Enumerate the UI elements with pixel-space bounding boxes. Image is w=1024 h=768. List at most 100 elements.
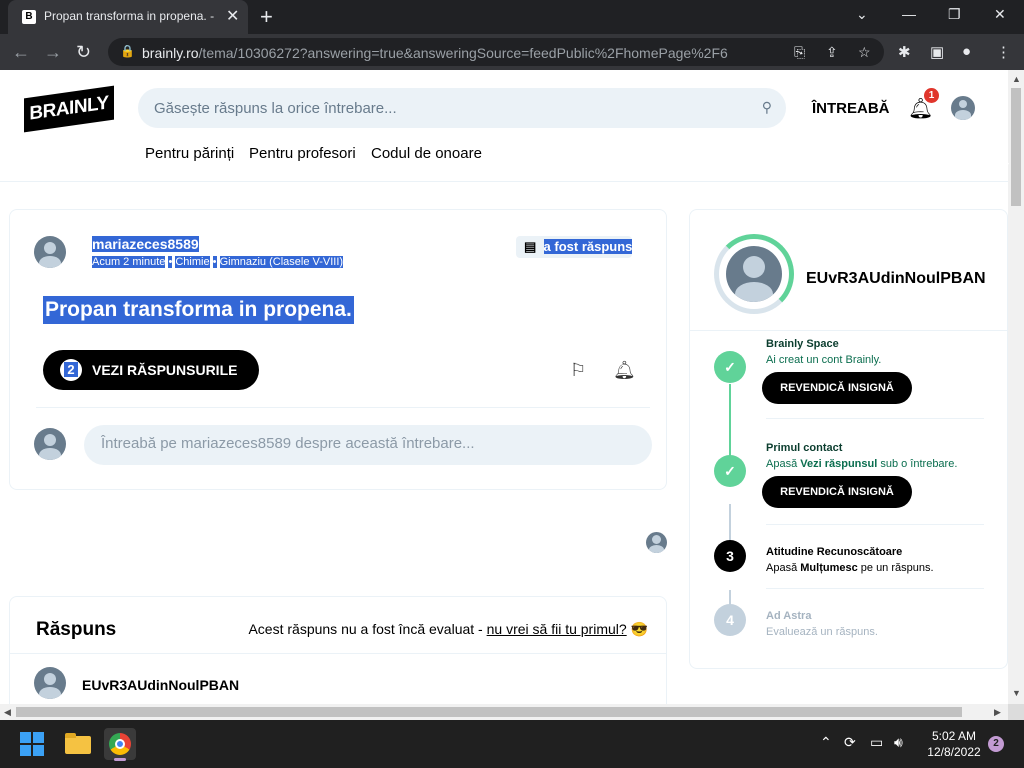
chrome-taskbar-icon[interactable] [104, 728, 136, 761]
step-number: 4 [714, 604, 746, 636]
forward-icon[interactable]: → [44, 42, 62, 63]
address-bar[interactable]: 🔒 brainly.ro/tema/10306272?answering=tru… [108, 38, 884, 66]
restore-icon[interactable]: ❐ [948, 6, 961, 23]
browser-tab[interactable]: B Propan transforma in propena. - ✕ [8, 0, 248, 34]
menu-icon[interactable]: ⋮ [996, 43, 1011, 61]
windows-taskbar: ⌃ ⟳ ▭ 🔊︎ 5:02 AM 12/8/2022 2 [0, 720, 1024, 768]
answer-heading: Răspuns [36, 619, 117, 640]
reload-icon[interactable]: ↻ [76, 42, 91, 63]
step-complete-check-icon: ✓ [714, 455, 746, 487]
question-meta: Acum 2 minute • Chimie • Gimnaziu (Clase… [92, 256, 344, 268]
comment-field[interactable] [84, 425, 652, 465]
sidebar-user-avatar[interactable] [726, 246, 782, 302]
step-title: Primul contact [766, 442, 843, 454]
horizontal-scrollbar[interactable]: ◀ ▶ [0, 704, 1008, 720]
vertical-scrollbar[interactable]: ▲ ▼ [1008, 70, 1024, 704]
follow-question-bell-icon[interactable]: 🔔︎ [613, 360, 636, 381]
ask-question-button[interactable]: ÎNTREABĂ [812, 100, 890, 117]
notification-center-badge[interactable]: 2 [988, 736, 1004, 752]
lock-icon[interactable]: 🔒 [120, 44, 135, 58]
divider [10, 653, 666, 654]
sidebar-username[interactable]: EUvR3AUdinNoulPBAN [806, 270, 986, 288]
step-title: Brainly Space [766, 338, 839, 350]
profile-icon[interactable]: ● [962, 43, 971, 60]
rate-first-link[interactable]: nu vrei să fii tu primul? [487, 621, 627, 637]
new-tab-icon[interactable]: + [260, 4, 273, 30]
site-header: BRAINLY ⚲ ÎNTREABĂ 🔔︎ 1 Pentru părinți P… [0, 70, 1008, 182]
scroll-up-icon[interactable]: ▲ [1012, 74, 1021, 84]
scroll-right-icon[interactable]: ▶ [994, 707, 1001, 718]
question-title: Propan transforma in propena. [43, 296, 354, 324]
step-title: Atitudine Recunoscătoare [766, 546, 903, 558]
profile-progress-sidebar: EUvR3AUdinNoulPBAN ✓ Brainly Space Ai cr… [689, 209, 1008, 669]
document-icon: ▤ [524, 239, 537, 254]
nav-link-teachers[interactable]: Pentru profesori [249, 145, 356, 162]
close-window-icon[interactable]: ✕ [994, 6, 1006, 23]
back-icon[interactable]: ← [12, 42, 30, 63]
step-description: Apasă Mulțumesc pe un răspuns. [766, 562, 934, 574]
brainly-favicon-icon: B [22, 10, 36, 24]
extensions-icon[interactable]: ✱ [898, 43, 911, 61]
step-complete-check-icon: ✓ [714, 351, 746, 383]
vertical-scroll-thumb[interactable] [1011, 88, 1021, 206]
answer-author-name[interactable]: EUvR3AUdinNoulPBAN [82, 677, 239, 693]
user-avatar[interactable] [951, 96, 975, 120]
answer-card: Răspuns Acest răspuns nu a fost încă eva… [9, 596, 667, 704]
windows-start-icon[interactable] [16, 728, 48, 760]
brainly-page: BRAINLY ⚲ ÎNTREABĂ 🔔︎ 1 Pentru părinți P… [0, 70, 1008, 704]
tab-title: Propan transforma in propena. - [44, 9, 215, 23]
search-bar[interactable]: ⚲ [138, 88, 786, 128]
question-time: Acum 2 minute [92, 256, 166, 268]
scroll-down-icon[interactable]: ▼ [1012, 688, 1021, 698]
answer-rating-note: Acest răspuns nu a fost încă evaluat - n… [248, 621, 648, 637]
scrollbar-corner [1008, 704, 1024, 720]
notification-count-badge: 1 [924, 88, 939, 103]
show-hidden-icons-icon[interactable]: ⌃ [820, 734, 832, 751]
step-title: Ad Astra [766, 610, 812, 622]
tab-search-icon[interactable]: ⌄ [856, 6, 868, 23]
taskbar-clock[interactable]: 5:02 AM 12/8/2022 [922, 728, 986, 760]
comment-input[interactable] [101, 435, 631, 452]
side-panel-icon[interactable]: ▣ [930, 43, 944, 61]
question-level[interactable]: Gimnaziu (Clasele V-VIII) [219, 256, 344, 268]
translate-icon[interactable]: ⎘ [794, 44, 805, 61]
sunglasses-emoji-icon: 😎 [630, 621, 648, 637]
divider [36, 407, 650, 408]
bookmark-star-icon[interactable]: ☆ [858, 44, 871, 61]
view-answers-button[interactable]: 2 VEZI RĂSPUNSURILE [43, 350, 259, 390]
divider [766, 418, 984, 419]
answers-count: 2 [60, 359, 82, 381]
horizontal-scroll-thumb[interactable] [16, 707, 962, 717]
report-flag-icon[interactable]: ⚐ [570, 360, 586, 381]
nav-link-honor-code[interactable]: Codul de onoare [371, 145, 482, 162]
search-input[interactable] [154, 97, 734, 119]
scroll-left-icon[interactable]: ◀ [4, 707, 11, 718]
question-author-avatar[interactable] [34, 236, 66, 268]
browser-tabstrip: B Propan transforma in propena. - ✕ + ⌄ … [0, 0, 1024, 34]
divider [766, 524, 984, 525]
question-author-name[interactable]: mariazeces8589 [92, 236, 199, 252]
question-subject[interactable]: Chimie [175, 256, 210, 268]
step-description: Evaluează un răspuns. [766, 626, 878, 638]
sync-alert-icon[interactable]: ⟳ [844, 734, 856, 751]
claim-badge-button[interactable]: REVENDICĂ INSIGNĂ [762, 372, 912, 404]
search-icon[interactable]: ⚲ [762, 99, 772, 116]
answered-status-badge: ▤ a fost răspuns [516, 236, 633, 258]
network-icon[interactable]: ▭ [870, 734, 883, 751]
answer-author-avatar[interactable] [34, 667, 66, 699]
browser-toolbar: ← → ↻ 🔒 brainly.ro/tema/10306272?answeri… [0, 34, 1024, 70]
step-description: Ai creat un cont Brainly. [766, 354, 882, 366]
close-tab-icon[interactable]: ✕ [226, 6, 239, 26]
answering-user-avatar [646, 532, 667, 553]
brainly-logo[interactable]: BRAINLY [24, 85, 114, 133]
volume-icon[interactable]: 🔊︎ [894, 734, 903, 751]
minimize-icon[interactable]: — [902, 6, 916, 22]
question-card: mariazeces8589 Acum 2 minute • Chimie • … [9, 209, 667, 490]
mouse-cursor-icon [1002, 163, 1009, 177]
nav-link-parents[interactable]: Pentru părinți [145, 145, 234, 162]
content-area: mariazeces8589 Acum 2 minute • Chimie • … [0, 183, 1008, 704]
claim-badge-button[interactable]: REVENDICĂ INSIGNĂ [762, 476, 912, 508]
file-explorer-icon[interactable] [62, 728, 94, 760]
share-icon[interactable]: ⇪ [826, 44, 838, 61]
url-text[interactable]: brainly.ro/tema/10306272?answering=true&… [142, 45, 762, 61]
